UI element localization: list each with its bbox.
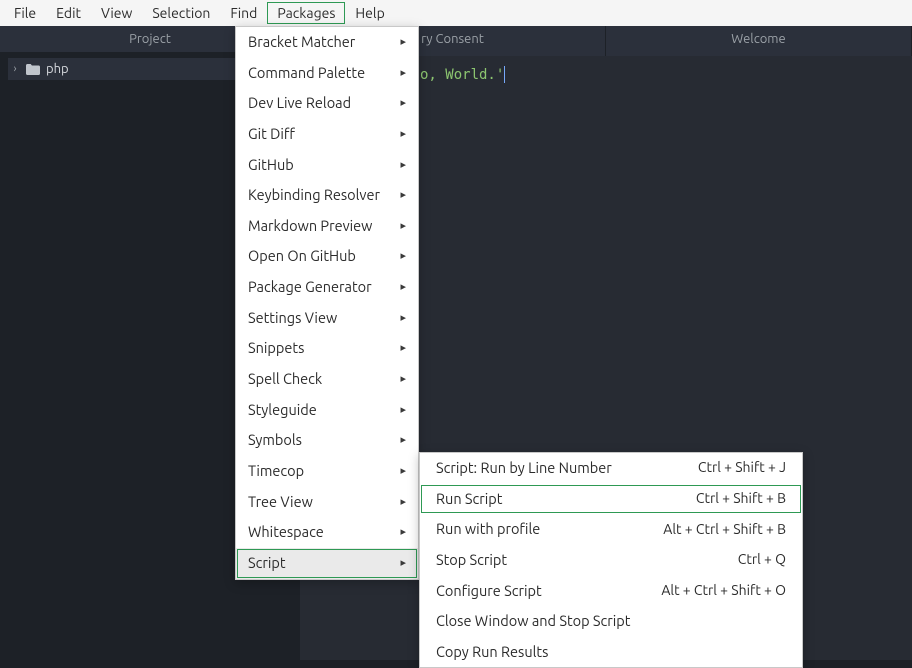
menu-item-label: Spell Check <box>248 367 322 392</box>
submenu-arrow-icon: ▸ <box>400 64 406 83</box>
submenu-item-label: Run with profile <box>436 517 540 542</box>
menu-item-label: Whitespace <box>248 520 324 545</box>
submenu-item-label: Close Window and Stop Script <box>436 609 630 634</box>
submenu-arrow-icon: ▸ <box>400 33 406 52</box>
packages-dropdown[interactable]: Bracket Matcher▸Command Palette▸Dev Live… <box>235 26 419 580</box>
packages-item-whitespace[interactable]: Whitespace ▸ <box>236 517 418 548</box>
menu-item-label: Git Diff <box>248 122 295 147</box>
submenu-arrow-icon: ▸ <box>400 523 406 542</box>
packages-item-bracket-matcher[interactable]: Bracket Matcher ▸ <box>236 27 418 58</box>
menu-item-label: Open On GitHub <box>248 244 356 269</box>
menu-item-label: Symbols <box>248 428 302 453</box>
submenu-arrow-icon: ▸ <box>400 278 406 297</box>
script-item-close-window-and-stop-script[interactable]: Close Window and Stop Script <box>420 606 802 637</box>
menubar-item-view[interactable]: View <box>91 2 142 24</box>
packages-item-open-on-github[interactable]: Open On GitHub ▸ <box>236 241 418 272</box>
submenu-arrow-icon: ▸ <box>400 462 406 481</box>
tree-root-label: php <box>46 62 69 76</box>
submenu-arrow-icon: ▸ <box>400 247 406 266</box>
packages-item-markdown-preview[interactable]: Markdown Preview ▸ <box>236 211 418 242</box>
menubar-item-file[interactable]: File <box>4 2 46 24</box>
packages-item-dev-live-reload[interactable]: Dev Live Reload ▸ <box>236 88 418 119</box>
menu-item-label: Timecop <box>248 459 304 484</box>
keyboard-shortcut: Ctrl + Q <box>738 548 786 572</box>
packages-item-script[interactable]: Script ▸ <box>236 548 418 579</box>
packages-item-git-diff[interactable]: Git Diff ▸ <box>236 119 418 150</box>
code-text: o, World.' <box>420 67 504 83</box>
script-item-run-with-profile[interactable]: Run with profile Alt + Ctrl + Shift + B <box>420 514 802 545</box>
menu-item-label: Script <box>248 551 286 576</box>
menubar: FileEditViewSelectionFindPackagesHelp <box>0 0 912 26</box>
menu-item-label: Markdown Preview <box>248 214 372 239</box>
submenu-item-label: Stop Script <box>436 548 507 573</box>
keyboard-shortcut: Alt + Ctrl + Shift + B <box>663 518 786 542</box>
packages-item-spell-check[interactable]: Spell Check ▸ <box>236 364 418 395</box>
menu-item-label: Keybinding Resolver <box>248 183 380 208</box>
keyboard-shortcut: Ctrl + Shift + B <box>696 487 786 511</box>
menubar-item-help[interactable]: Help <box>345 2 394 24</box>
text-cursor <box>504 66 505 83</box>
script-submenu[interactable]: Script: Run by Line Number Ctrl + Shift +… <box>419 452 803 668</box>
menu-item-label: Snippets <box>248 336 304 361</box>
packages-item-symbols[interactable]: Symbols ▸ <box>236 425 418 456</box>
chevron-right-icon: › <box>10 63 20 75</box>
menu-item-label: Bracket Matcher <box>248 30 355 55</box>
tab-welcome[interactable]: Welcome <box>606 26 912 56</box>
menu-item-label: GitHub <box>248 153 294 178</box>
submenu-arrow-icon: ▸ <box>400 156 406 175</box>
menu-item-label: Settings View <box>248 306 337 331</box>
submenu-arrow-icon: ▸ <box>400 309 406 328</box>
packages-item-command-palette[interactable]: Command Palette ▸ <box>236 58 418 89</box>
submenu-item-label: Script: Run by Line Number <box>436 456 612 481</box>
submenu-arrow-icon: ▸ <box>400 339 406 358</box>
submenu-arrow-icon: ▸ <box>400 493 406 512</box>
menu-item-label: Dev Live Reload <box>248 91 351 116</box>
folder-icon <box>26 64 40 75</box>
packages-item-package-generator[interactable]: Package Generator ▸ <box>236 272 418 303</box>
script-item-configure-script[interactable]: Configure Script Alt + Ctrl + Shift + O <box>420 576 802 607</box>
packages-item-github[interactable]: GitHub ▸ <box>236 150 418 181</box>
script-item-copy-run-results[interactable]: Copy Run Results <box>420 637 802 668</box>
submenu-arrow-icon: ▸ <box>400 94 406 113</box>
script-item-stop-script[interactable]: Stop Script Ctrl + Q <box>420 545 802 576</box>
packages-item-snippets[interactable]: Snippets ▸ <box>236 333 418 364</box>
submenu-arrow-icon: ▸ <box>400 186 406 205</box>
packages-item-settings-view[interactable]: Settings View ▸ <box>236 303 418 334</box>
submenu-arrow-icon: ▸ <box>400 431 406 450</box>
packages-item-timecop[interactable]: Timecop ▸ <box>236 456 418 487</box>
submenu-item-label: Copy Run Results <box>436 640 548 665</box>
submenu-item-label: Run Script <box>436 487 502 512</box>
script-item-run-script[interactable]: Run Script Ctrl + Shift + B <box>420 484 802 515</box>
submenu-arrow-icon: ▸ <box>400 401 406 420</box>
menubar-item-selection[interactable]: Selection <box>142 2 220 24</box>
menubar-item-packages[interactable]: Packages <box>267 2 345 24</box>
submenu-arrow-icon: ▸ <box>400 125 406 144</box>
menubar-item-find[interactable]: Find <box>220 2 267 24</box>
menu-item-label: Tree View <box>248 490 313 515</box>
menu-item-label: Package Generator <box>248 275 372 300</box>
packages-item-keybinding-resolver[interactable]: Keybinding Resolver ▸ <box>236 180 418 211</box>
submenu-item-label: Configure Script <box>436 579 542 604</box>
submenu-arrow-icon: ▸ <box>400 370 406 389</box>
menubar-item-edit[interactable]: Edit <box>46 2 91 24</box>
keyboard-shortcut: Alt + Ctrl + Shift + O <box>661 579 786 603</box>
script-item-script-run-by-line-number[interactable]: Script: Run by Line Number Ctrl + Shift +… <box>420 453 802 484</box>
menu-item-label: Styleguide <box>248 398 317 423</box>
packages-item-styleguide[interactable]: Styleguide ▸ <box>236 395 418 426</box>
submenu-arrow-icon: ▸ <box>400 217 406 236</box>
keyboard-shortcut: Ctrl + Shift + J <box>698 456 786 480</box>
packages-item-tree-view[interactable]: Tree View ▸ <box>236 487 418 518</box>
submenu-arrow-icon: ▸ <box>400 554 406 573</box>
menu-item-label: Command Palette <box>248 61 365 86</box>
